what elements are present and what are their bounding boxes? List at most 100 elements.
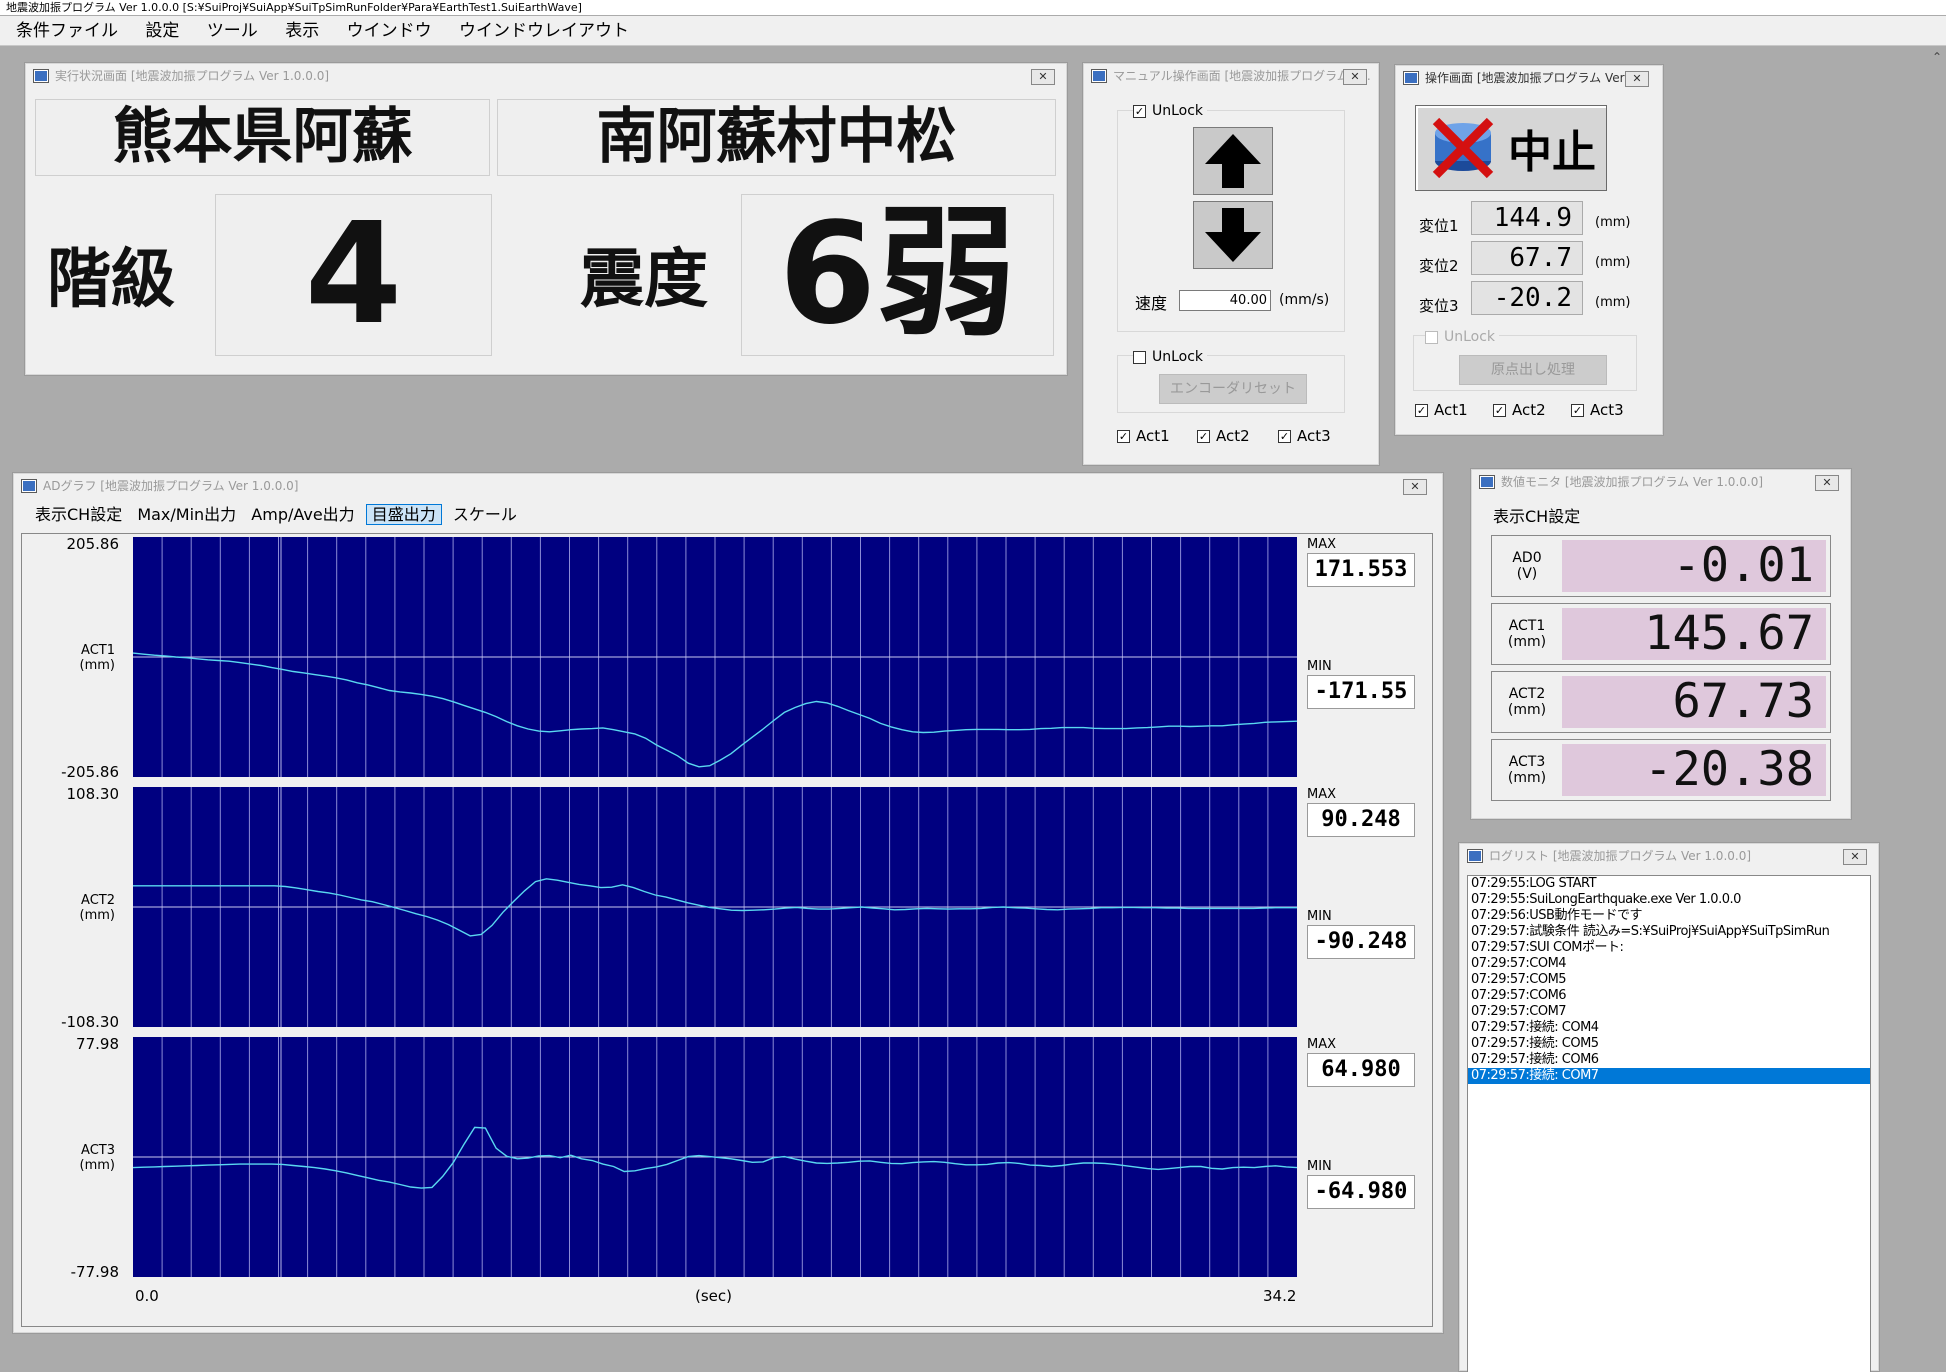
channel-unit: (mm) [79, 908, 115, 923]
speed-unit: (mm/s) [1279, 292, 1330, 308]
disp2-unit: (mm) [1595, 255, 1631, 270]
checkbox-icon: ✓ [1493, 403, 1506, 417]
menu-window[interactable]: ウインドウ [347, 21, 432, 41]
region-name: 熊本県阿蘇 [35, 99, 490, 176]
channel-name: ACT2 [81, 893, 115, 908]
menu-settings[interactable]: 設定 [145, 21, 179, 41]
graph-menu-channel-settings[interactable]: 表示CH設定 [35, 505, 122, 524]
log-line[interactable]: 07:29:56:USB動作モードです [1468, 908, 1870, 924]
move-down-button[interactable] [1193, 201, 1273, 269]
menu-view[interactable]: 表示 [285, 21, 319, 41]
log-line[interactable]: 07:29:57:COM6 [1468, 988, 1870, 1004]
monitor-channel-name: ACT3 [1508, 754, 1546, 770]
disp1-unit: (mm) [1595, 215, 1631, 230]
graph-menu-scale-output[interactable]: 目盛出力 [365, 504, 442, 525]
close-icon[interactable]: ✕ [1343, 69, 1367, 85]
monitor-channel-name: ACT2 [1508, 686, 1546, 702]
checkbox-icon: ✓ [1278, 429, 1291, 443]
arrow-up-icon [1205, 134, 1261, 188]
act1-label: Act1 [1136, 427, 1170, 445]
disp2-value: 67.7 [1471, 241, 1583, 275]
move-up-button[interactable] [1193, 127, 1273, 195]
menu-window-layout[interactable]: ウインドウレイアウト [459, 21, 629, 41]
disp1-label: 変位1 [1419, 217, 1459, 235]
close-icon[interactable]: ✕ [1843, 849, 1867, 865]
checkbox-icon [1425, 330, 1438, 344]
act2-checkbox[interactable]: ✓ Act2 [1197, 427, 1250, 445]
encoder-reset-button[interactable]: エンコーダリセット [1159, 374, 1307, 404]
close-icon[interactable]: ✕ [1403, 479, 1427, 495]
close-icon[interactable]: ✕ [1815, 475, 1839, 491]
checkbox-icon: ✓ [1415, 403, 1428, 417]
unlock-label: UnLock [1444, 329, 1496, 345]
speed-label: 速度 [1135, 294, 1168, 313]
intensity-label: 震度 [580, 243, 708, 317]
min-label: MIN [1307, 909, 1332, 924]
max-label: MAX [1307, 1037, 1337, 1052]
level-value: 4 [215, 194, 492, 356]
operation-window: 操作画面 [地震波加振プログラム Ver 1... ✕ 中止 変位1 144.9… [1394, 64, 1664, 436]
log-line[interactable]: 07:29:57:接続: COM6 [1468, 1052, 1870, 1068]
op-unlock-checkbox[interactable]: UnLock [1425, 329, 1500, 345]
y-axis-min: -108.30 [61, 1013, 119, 1031]
unlock-checkbox[interactable]: ✓ UnLock [1133, 103, 1208, 119]
graph-panel-act2: 108.30 ACT2 (mm) -108.30 MAX 90.248 MIN -90.248 [13, 785, 1443, 1035]
scrollbar-up-arrow[interactable]: ⌃ [1932, 50, 1942, 64]
stop-button[interactable]: 中止 [1415, 105, 1607, 191]
checkbox-icon: ✓ [1133, 104, 1146, 118]
log-list[interactable]: 07:29:55:LOG START 07:29:55:SuiLongEarthq… [1467, 875, 1871, 1372]
monitor-channel-unit: (mm) [1507, 634, 1547, 650]
act2-label: Act2 [1216, 427, 1250, 445]
monitor-row: AD0 (V) -0.01 [1491, 535, 1831, 597]
menu-tools[interactable]: ツール [207, 21, 258, 41]
log-line[interactable]: 07:29:57:接続: COM5 [1468, 1036, 1870, 1052]
log-line[interactable]: 07:29:57:試験条件 読込み=S:¥SuiProj¥SuiApp¥SuiT… [1468, 924, 1870, 940]
log-line[interactable]: 07:29:55:LOG START [1468, 876, 1870, 892]
monitor-channel-settings-menu[interactable]: 表示CH設定 [1493, 503, 1580, 527]
speed-input[interactable]: 40.00 [1179, 290, 1271, 311]
window-title: 数値モニタ [地震波加振プログラム Ver 1.0.0.0] [1501, 475, 1764, 489]
checkbox-icon [1133, 350, 1146, 364]
y-axis-max: 205.86 [66, 535, 120, 553]
monitor-row: ACT1 (mm) 145.67 [1491, 603, 1831, 665]
log-line[interactable]: 07:29:57:接続: COM7 [1468, 1068, 1870, 1084]
op-act3-checkbox[interactable]: ✓ Act3 [1571, 401, 1624, 419]
act1-label: Act1 [1434, 401, 1468, 419]
close-icon[interactable]: ✕ [1031, 69, 1055, 85]
monitor-value: 145.67 [1562, 608, 1826, 660]
op-act1-checkbox[interactable]: ✓ Act1 [1415, 401, 1468, 419]
log-line[interactable]: 07:29:57:COM5 [1468, 972, 1870, 988]
y-axis-max: 77.98 [76, 1035, 119, 1053]
monitor-value: -0.01 [1562, 540, 1826, 592]
monitor-value: -20.38 [1562, 744, 1826, 796]
monitor-row: ACT2 (mm) 67.73 [1491, 671, 1831, 733]
encoder-unlock-checkbox[interactable]: UnLock [1133, 349, 1208, 365]
stop-label: 中止 [1508, 127, 1596, 178]
graph-menu-maxmin-output[interactable]: Max/Min出力 [137, 505, 236, 524]
act1-checkbox[interactable]: ✓ Act1 [1117, 427, 1170, 445]
min-value: -90.248 [1307, 925, 1415, 959]
log-line[interactable]: 07:29:57:SUI COMポート: [1468, 940, 1870, 956]
log-line[interactable]: 07:29:57:COM4 [1468, 956, 1870, 972]
act3-checkbox[interactable]: ✓ Act3 [1278, 427, 1331, 445]
min-label: MIN [1307, 659, 1332, 674]
home-button[interactable]: 原点出し処理 [1459, 355, 1607, 385]
ad-graph-window: ADグラフ [地震波加振プログラム Ver 1.0.0.0] ✕ 表示CH設定 … [12, 472, 1444, 1334]
monitor-value: 67.73 [1562, 676, 1826, 728]
log-line[interactable]: 07:29:57:COM7 [1468, 1004, 1870, 1020]
arrow-down-icon [1205, 208, 1261, 262]
monitor-channel-unit: (mm) [1507, 770, 1547, 786]
status-window: 実行状況画面 [地震波加振プログラム Ver 1.0.0.0] ✕ 熊本県阿蘇 … [24, 62, 1068, 376]
channel-unit: (mm) [79, 1158, 115, 1173]
menu-conditions-file[interactable]: 条件ファイル [16, 21, 118, 41]
op-act2-checkbox[interactable]: ✓ Act2 [1493, 401, 1546, 419]
checkbox-icon: ✓ [1197, 429, 1210, 443]
intensity-value: 6弱 [741, 194, 1054, 356]
graph-menu-scale[interactable]: スケール [453, 505, 517, 524]
log-line[interactable]: 07:29:55:SuiLongEarthquake.exe Ver 1.0.0… [1468, 892, 1870, 908]
graph-menu-ampave-output[interactable]: Amp/Ave出力 [251, 505, 354, 524]
close-icon[interactable]: ✕ [1625, 71, 1649, 87]
window-title: ログリスト [地震波加振プログラム Ver 1.0.0.0] [1489, 849, 1752, 863]
log-line[interactable]: 07:29:57:接続: COM4 [1468, 1020, 1870, 1036]
disp3-unit: (mm) [1595, 295, 1631, 310]
